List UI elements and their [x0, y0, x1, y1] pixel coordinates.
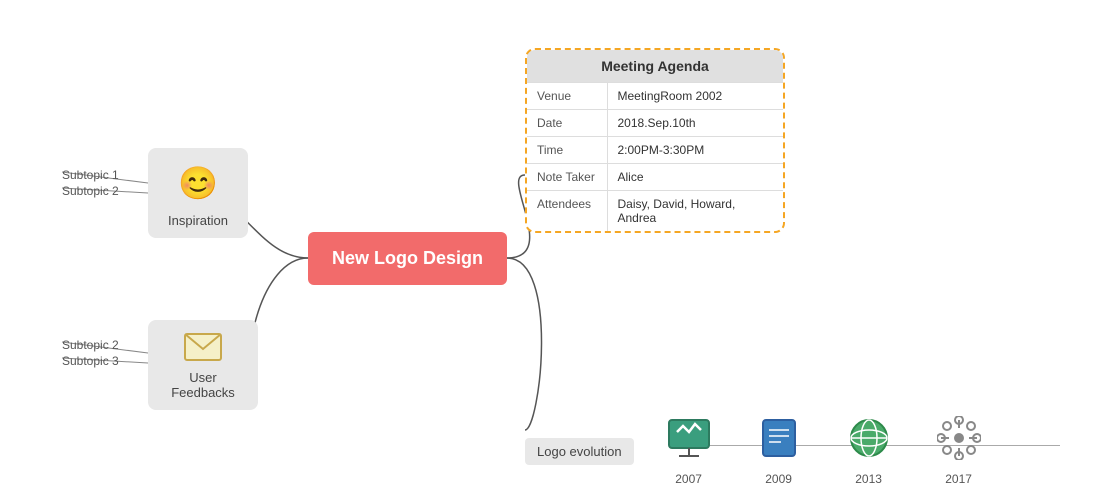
agenda-value: 2:00PM-3:30PM — [607, 137, 783, 164]
agenda-row: Time2:00PM-3:30PM — [527, 137, 783, 164]
agenda-key: Attendees — [527, 191, 607, 232]
inspiration-node[interactable]: 😊 Inspiration — [148, 148, 248, 238]
agenda-row: Date2018.Sep.10th — [527, 110, 783, 137]
central-node[interactable]: New Logo Design — [308, 232, 507, 285]
timeline-year-2017: 2017 — [945, 472, 972, 486]
inspiration-subtopic-1: Subtopic 1 — [62, 168, 119, 182]
agenda-node: Meeting Agenda VenueMeetingRoom 2002Date… — [525, 48, 785, 233]
timeline-icon-2013 — [847, 416, 891, 468]
timeline-year-2013: 2013 — [855, 472, 882, 486]
agenda-row: Note TakerAlice — [527, 164, 783, 191]
agenda-value: 2018.Sep.10th — [607, 110, 783, 137]
agenda-value: Alice — [607, 164, 783, 191]
agenda-row: AttendeesDaisy, David, Howard, Andrea — [527, 191, 783, 232]
feedbacks-node[interactable]: User Feedbacks — [148, 320, 258, 410]
timeline-year-2007: 2007 — [675, 472, 702, 486]
feedbacks-subtopic-2: Subtopic 3 — [62, 354, 119, 368]
central-label: New Logo Design — [332, 248, 483, 269]
timeline-icon-2009 — [759, 416, 799, 468]
agenda-key: Note Taker — [527, 164, 607, 191]
agenda-key: Date — [527, 110, 607, 137]
logo-evolution-label: Logo evolution — [525, 438, 634, 465]
inspiration-label: Inspiration — [168, 213, 228, 228]
agenda-value: MeetingRoom 2002 — [607, 83, 783, 110]
timeline-item: 2017 — [914, 416, 1004, 486]
agenda-key: Time — [527, 137, 607, 164]
agenda-title: Meeting Agenda — [527, 50, 783, 82]
timeline-item: 2013 — [824, 416, 914, 486]
timeline-icon-2007 — [665, 416, 713, 468]
inspiration-icon: 😊 — [173, 158, 223, 207]
feedbacks-subtopic-1: Subtopic 2 — [62, 338, 119, 352]
timeline-item: 2007 — [644, 416, 734, 486]
agenda-value: Daisy, David, Howard, Andrea — [607, 191, 783, 232]
timeline-icon-2017 — [937, 416, 981, 468]
logo-evolution-node: Logo evolution 2007 2009 2013 2017 — [525, 416, 1004, 486]
feedbacks-icon — [178, 330, 228, 364]
timeline-year-2009: 2009 — [765, 472, 792, 486]
timeline-item: 2009 — [734, 416, 824, 486]
agenda-table: VenueMeetingRoom 2002Date2018.Sep.10thTi… — [527, 82, 783, 231]
agenda-key: Venue — [527, 83, 607, 110]
agenda-row: VenueMeetingRoom 2002 — [527, 83, 783, 110]
timeline: 2007 2009 2013 2017 — [644, 416, 1004, 486]
inspiration-subtopic-2: Subtopic 2 — [62, 184, 119, 198]
feedbacks-label: User Feedbacks — [158, 370, 248, 400]
